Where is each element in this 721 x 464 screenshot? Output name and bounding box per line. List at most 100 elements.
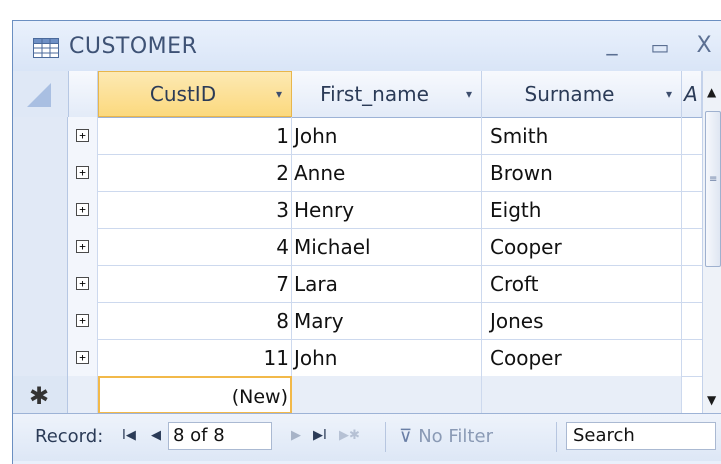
last-record-icon[interactable]: ▶I <box>313 428 327 443</box>
column-label-first-name: First_name <box>320 82 429 106</box>
table-row[interactable]: +4 Michael Cooper <box>13 228 702 266</box>
vertical-scrollbar[interactable]: ▲ ≡ ▼ <box>702 71 721 413</box>
table-row[interactable]: +8 Mary Jones <box>13 302 702 340</box>
scroll-up-icon[interactable]: ▲ <box>707 85 716 99</box>
cell-custid[interactable]: 1 <box>98 117 292 155</box>
expand-column-header <box>68 71 98 117</box>
cell-surname[interactable]: Cooper <box>482 228 682 266</box>
table-row[interactable]: +11 John Cooper <box>13 339 702 377</box>
new-record-nav-icon: ▶✱ <box>339 428 360 443</box>
sort-dropdown-icon[interactable]: ▾ <box>657 87 681 101</box>
expand-icon[interactable]: + <box>76 277 89 290</box>
search-input[interactable]: Search <box>566 422 716 450</box>
cell-first-name[interactable]: Mary <box>292 302 482 340</box>
select-all-icon <box>27 83 51 107</box>
cell-custid[interactable]: 2 <box>98 154 292 192</box>
grip-icon: ≡ <box>709 174 718 185</box>
cell-first-name[interactable]: Anne <box>292 154 482 192</box>
maximize-button[interactable]: ▭ <box>640 29 680 63</box>
datasheet-grid: CustID ▾ First_name ▾ Surname ▾ A +1 John… <box>13 71 721 461</box>
expand-icon[interactable]: + <box>76 166 89 179</box>
cell-first-name[interactable]: Michael <box>292 228 482 266</box>
record-selector[interactable] <box>13 191 68 229</box>
record-selector[interactable] <box>13 265 68 303</box>
previous-record-icon[interactable]: ◀ <box>151 428 161 443</box>
cell-custid-new[interactable]: (New) <box>98 376 292 414</box>
expand-cell: + <box>68 228 98 266</box>
expand-cell <box>68 376 98 414</box>
new-record-icon: ✱ <box>29 382 50 410</box>
record-selector[interactable] <box>13 154 68 192</box>
maximize-icon: ▭ <box>650 35 670 59</box>
record-selector[interactable] <box>13 228 68 266</box>
expand-cell: + <box>68 117 98 155</box>
title-bar[interactable]: CUSTOMER _ ▭ X <box>13 21 721 71</box>
cell-custid[interactable]: 3 <box>98 191 292 229</box>
table-row[interactable]: +1 John Smith <box>13 117 702 155</box>
cell-surname[interactable]: Brown <box>482 154 682 192</box>
window-title: CUSTOMER <box>69 34 198 59</box>
expand-cell: + <box>68 265 98 303</box>
cell-first-name[interactable]: Lara <box>292 265 482 303</box>
cell-surname[interactable]: Smith <box>482 117 682 155</box>
record-selector[interactable]: ✱ <box>13 376 68 414</box>
expand-cell: + <box>68 154 98 192</box>
sort-dropdown-icon[interactable]: ▾ <box>267 87 291 101</box>
record-selector[interactable] <box>13 302 68 340</box>
expand-cell: + <box>68 302 98 340</box>
record-selector[interactable] <box>13 117 68 155</box>
divider <box>385 422 386 452</box>
expand-icon[interactable]: + <box>76 314 89 327</box>
next-record-icon: ▶ <box>291 428 301 443</box>
column-header-first-name[interactable]: First_name ▾ <box>292 71 482 117</box>
cell-surname[interactable]: Cooper <box>482 339 682 377</box>
expand-cell: + <box>68 191 98 229</box>
no-filter-button[interactable]: ⊽ No Filter <box>399 426 493 447</box>
expand-cell: + <box>68 339 98 377</box>
divider <box>556 422 557 452</box>
cell-first-name[interactable]: Henry <box>292 191 482 229</box>
datasheet-window: CUSTOMER _ ▭ X CustID ▾ First_name ▾ Sur… <box>12 20 721 464</box>
cell-custid[interactable]: 7 <box>98 265 292 303</box>
record-selector[interactable] <box>13 339 68 377</box>
table-row[interactable]: +7 Lara Croft <box>13 265 702 303</box>
minimize-button[interactable]: _ <box>592 29 632 63</box>
cell-surname[interactable]: Jones <box>482 302 682 340</box>
column-header-surname[interactable]: Surname ▾ <box>482 71 682 117</box>
table-icon <box>33 38 59 58</box>
no-filter-label: No Filter <box>418 426 493 447</box>
cell-first-name[interactable]: John <box>292 339 482 377</box>
close-icon: X <box>696 33 712 58</box>
column-label-partial: A <box>684 82 698 106</box>
new-record-row[interactable]: ✱ (New) <box>13 376 702 414</box>
cell-custid[interactable]: 8 <box>98 302 292 340</box>
cell-custid[interactable]: 4 <box>98 228 292 266</box>
column-label-surname: Surname <box>524 82 615 106</box>
cell-surname[interactable]: Croft <box>482 265 682 303</box>
first-record-icon[interactable]: I◀ <box>122 428 136 443</box>
column-header-custid[interactable]: CustID ▾ <box>98 71 292 117</box>
expand-icon[interactable]: + <box>76 240 89 253</box>
minimize-icon: _ <box>606 31 618 56</box>
table-row[interactable]: +3 Henry Eigth <box>13 191 702 229</box>
column-label-custid: CustID <box>149 82 217 106</box>
scroll-thumb[interactable]: ≡ <box>705 111 721 267</box>
filter-icon: ⊽ <box>399 426 413 447</box>
cell-surname[interactable]: Eigth <box>482 191 682 229</box>
cell-first-name[interactable]: John <box>292 117 482 155</box>
record-position-input[interactable]: 8 of 8 <box>168 422 272 450</box>
select-all-button[interactable] <box>13 71 69 117</box>
close-button[interactable]: X <box>684 29 721 63</box>
cell-custid[interactable]: 11 <box>98 339 292 377</box>
sort-dropdown-icon[interactable]: ▾ <box>457 87 481 101</box>
cell-surname-new[interactable] <box>482 376 682 414</box>
column-header-row: CustID ▾ First_name ▾ Surname ▾ A <box>13 71 721 118</box>
expand-icon[interactable]: + <box>76 129 89 142</box>
column-header-partial[interactable]: A <box>682 71 702 117</box>
scroll-down-icon[interactable]: ▼ <box>707 393 716 407</box>
expand-icon[interactable]: + <box>76 203 89 216</box>
cell-first-name-new[interactable] <box>292 376 482 414</box>
record-label: Record: <box>35 426 104 447</box>
table-row[interactable]: +2 Anne Brown <box>13 154 702 192</box>
expand-icon[interactable]: + <box>76 351 89 364</box>
